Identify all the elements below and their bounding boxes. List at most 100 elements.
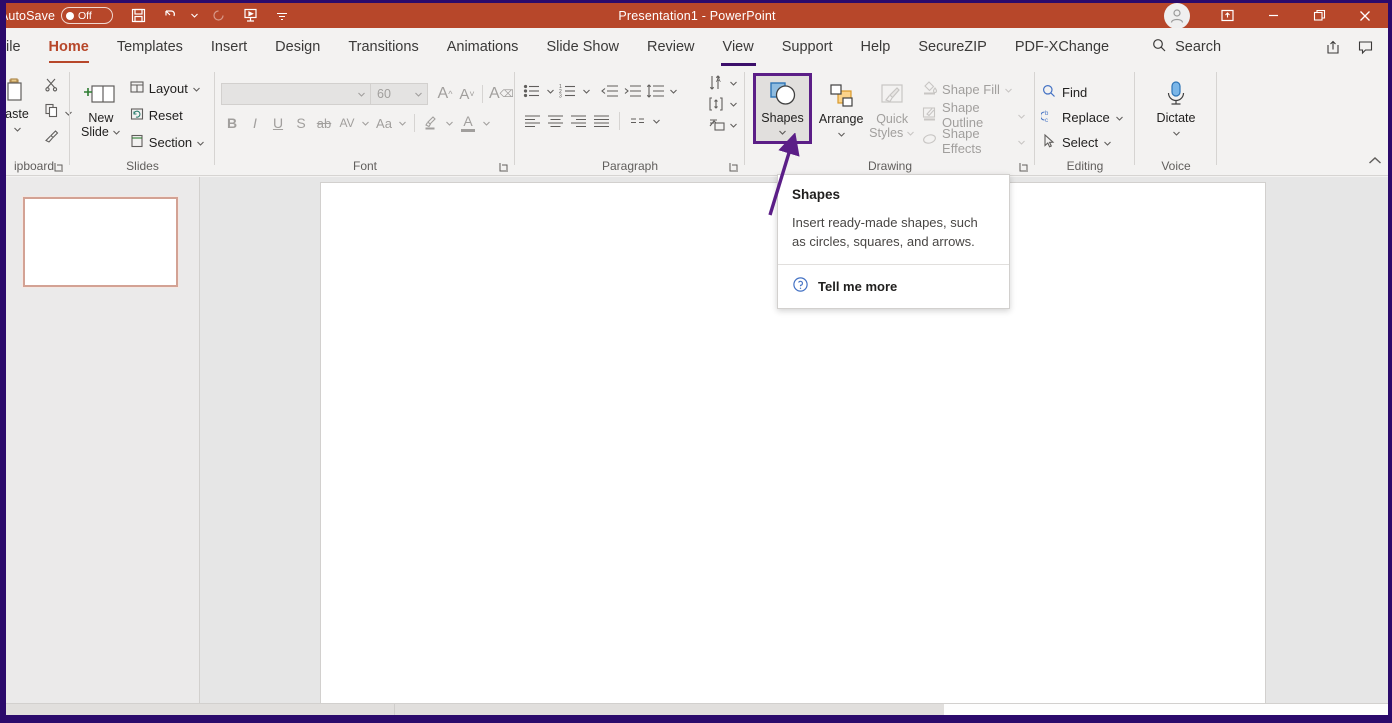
shapes-button[interactable]: Shapes — [756, 76, 809, 141]
arrange-button[interactable]: Arrange — [816, 73, 866, 142]
increase-indent-button[interactable] — [621, 79, 643, 103]
dictate-button[interactable]: Dictate — [1152, 75, 1201, 141]
font-name-input[interactable] — [221, 83, 371, 105]
align-text-button[interactable] — [708, 95, 741, 113]
shape-outline-button[interactable]: Shape Outline — [918, 100, 1029, 130]
new-slide-chevron-icon[interactable] — [112, 125, 121, 139]
text-highlight-color-button[interactable] — [420, 111, 442, 135]
share-icon[interactable] — [1318, 32, 1348, 62]
tab-file[interactable]: ile — [6, 28, 35, 66]
tab-animations[interactable]: Animations — [433, 28, 533, 66]
tab-home[interactable]: Home — [35, 28, 103, 66]
select-chevron-icon[interactable] — [1103, 135, 1112, 150]
font-dialog-launcher-icon[interactable] — [498, 161, 511, 174]
shape-effects-button[interactable]: Shape Effects — [918, 126, 1029, 156]
arrange-chevron-icon[interactable] — [837, 127, 846, 141]
bullets-button[interactable] — [521, 79, 543, 103]
font-size-chevron-icon[interactable] — [414, 87, 423, 101]
paste-button[interactable]: aste — [6, 71, 40, 137]
quick-styles-button[interactable]: Quick Styles — [866, 73, 918, 141]
paragraph-dialog-launcher-icon[interactable] — [728, 161, 741, 174]
underline-button[interactable]: U — [267, 111, 289, 135]
font-color-chevron-icon[interactable] — [480, 111, 493, 135]
shape-fill-button[interactable]: Shape Fill — [918, 77, 1029, 101]
align-text-chevron-icon[interactable] — [729, 101, 741, 108]
font-color-button[interactable]: A — [457, 111, 479, 135]
columns-button[interactable] — [627, 109, 649, 133]
tab-view[interactable]: View — [709, 28, 768, 66]
search-box[interactable]: Search — [1151, 37, 1221, 58]
slide-thumbnail-1[interactable] — [23, 197, 178, 287]
svg-text:b: b — [1045, 111, 1049, 117]
close-icon[interactable] — [1342, 3, 1388, 28]
clipboard-dialog-launcher-icon[interactable] — [53, 161, 66, 174]
tell-me-more-link[interactable]: Tell me more — [792, 265, 995, 308]
tab-support[interactable]: Support — [768, 28, 847, 66]
change-case-chevron-icon[interactable] — [396, 111, 409, 135]
bullets-chevron-icon[interactable] — [544, 79, 556, 103]
tab-transitions[interactable]: Transitions — [334, 28, 432, 66]
numbering-button[interactable]: 1 2 3 — [557, 79, 579, 103]
decrease-indent-button[interactable] — [598, 79, 620, 103]
tab-slide-show[interactable]: Slide Show — [532, 28, 633, 66]
shape-outline-chevron-icon[interactable] — [1017, 108, 1026, 123]
reset-button[interactable]: Reset — [126, 103, 208, 127]
minimize-icon[interactable] — [1250, 3, 1296, 28]
change-case-button[interactable]: Aa — [373, 111, 395, 135]
shape-fill-chevron-icon[interactable] — [1004, 82, 1013, 97]
find-button[interactable]: Find — [1041, 80, 1124, 104]
shape-effects-chevron-icon[interactable] — [1017, 134, 1026, 149]
character-spacing-button[interactable]: AV — [336, 111, 358, 135]
tab-templates[interactable]: Templates — [103, 28, 197, 66]
tab-pdf-xchange[interactable]: PDF-XChange — [1001, 28, 1123, 66]
new-slide-button[interactable]: New Slide — [76, 75, 126, 140]
strikethrough-button[interactable]: ab — [313, 111, 335, 135]
tab-help[interactable]: Help — [847, 28, 905, 66]
comments-icon[interactable] — [1350, 32, 1380, 62]
italic-button[interactable]: I — [244, 111, 266, 135]
clear-formatting-button[interactable]: A ⌫ — [487, 82, 516, 106]
tab-review[interactable]: Review — [633, 28, 709, 66]
section-button[interactable]: Section — [126, 130, 208, 154]
font-name-chevron-icon[interactable] — [357, 87, 366, 101]
text-direction-chevron-icon[interactable] — [729, 80, 741, 87]
decrease-font-size-button[interactable]: A ˅ — [456, 82, 478, 106]
restore-icon[interactable] — [1296, 3, 1342, 28]
dictate-chevron-icon[interactable] — [1172, 126, 1181, 140]
layout-button[interactable]: Layout — [126, 76, 208, 100]
justify-button[interactable] — [590, 109, 612, 133]
align-left-button[interactable] — [521, 109, 543, 133]
search-icon — [1151, 37, 1168, 58]
font-size-input[interactable]: 60 — [370, 83, 428, 105]
line-spacing-chevron-icon[interactable] — [667, 79, 679, 103]
drawing-dialog-launcher-icon[interactable] — [1018, 161, 1031, 174]
text-direction-button[interactable]: A — [708, 74, 741, 92]
quick-styles-chevron-icon[interactable] — [906, 126, 915, 140]
increase-font-size-button[interactable]: A ^ — [434, 82, 456, 106]
character-spacing-chevron-icon[interactable] — [359, 111, 372, 135]
smartart-chevron-icon[interactable] — [729, 122, 741, 129]
numbering-chevron-icon[interactable] — [580, 79, 592, 103]
bold-button[interactable]: B — [221, 111, 243, 135]
tab-design[interactable]: Design — [261, 28, 334, 66]
tab-insert[interactable]: Insert — [197, 28, 261, 66]
avatar[interactable] — [1164, 3, 1190, 29]
text-highlight-chevron-icon[interactable] — [443, 111, 456, 135]
select-button[interactable]: Select — [1041, 130, 1124, 154]
section-chevron-icon[interactable] — [196, 135, 205, 150]
convert-to-smartart-button[interactable] — [708, 116, 741, 134]
replace-chevron-icon[interactable] — [1115, 110, 1124, 125]
replace-button[interactable]: b c Replace — [1039, 105, 1124, 129]
paste-chevron-icon[interactable] — [13, 122, 22, 136]
ribbon-display-options-icon[interactable] — [1204, 3, 1250, 28]
collapse-ribbon-icon[interactable] — [1368, 153, 1382, 171]
shapes-chevron-icon[interactable] — [778, 125, 787, 139]
line-spacing-button[interactable] — [644, 79, 666, 103]
slide-thumbnail-pane[interactable] — [6, 177, 200, 703]
layout-chevron-icon[interactable] — [192, 81, 201, 96]
align-right-button[interactable] — [567, 109, 589, 133]
columns-chevron-icon[interactable] — [650, 109, 662, 133]
text-shadow-button[interactable]: S — [290, 111, 312, 135]
center-button[interactable] — [544, 109, 566, 133]
tab-securezip[interactable]: SecureZIP — [904, 28, 1001, 66]
